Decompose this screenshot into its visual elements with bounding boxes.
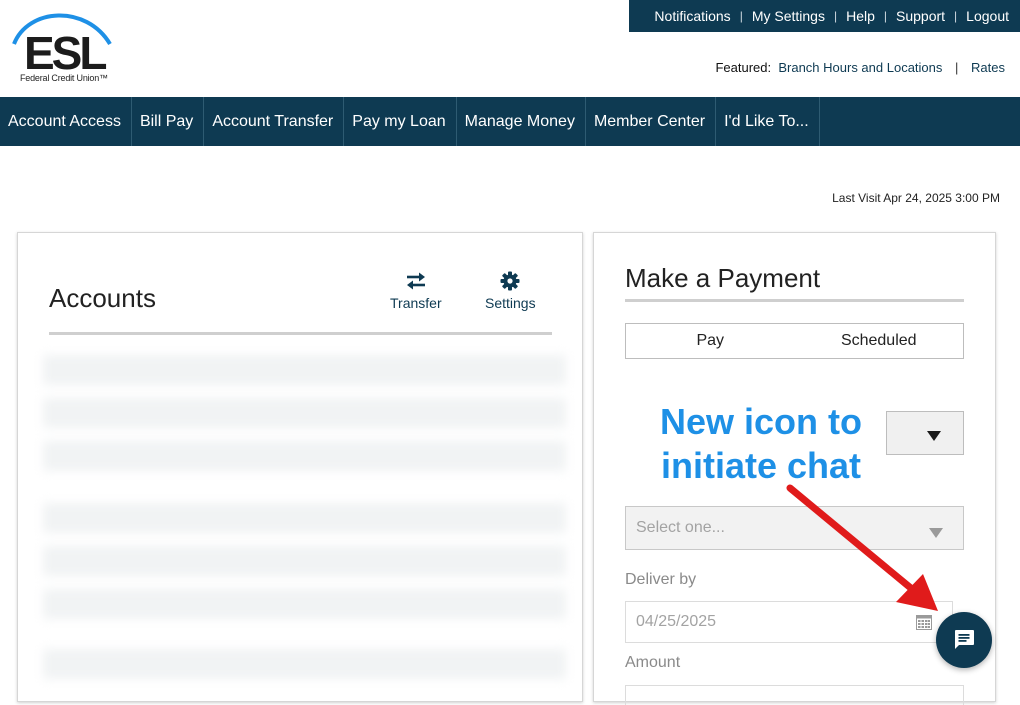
last-visit: Last Visit Apr 24, 2025 3:00 PM bbox=[832, 191, 1000, 205]
transfer-button[interactable]: Transfer bbox=[390, 271, 442, 311]
tab-scheduled[interactable]: Scheduled bbox=[795, 324, 964, 358]
annotation-line-2: initiate chat bbox=[660, 445, 862, 486]
nav-bill-pay[interactable]: Bill Pay bbox=[132, 97, 205, 146]
deliver-by-label: Deliver by bbox=[625, 571, 697, 588]
separator: | bbox=[883, 9, 887, 23]
payee-select-value: Select one... bbox=[636, 519, 725, 536]
nav-manage-money[interactable]: Manage Money bbox=[457, 97, 586, 146]
nav-pay-my-loan[interactable]: Pay my Loan bbox=[344, 97, 457, 146]
payee-select[interactable]: Select one... bbox=[625, 506, 964, 550]
separator: | bbox=[739, 9, 743, 23]
list-item bbox=[43, 398, 566, 428]
nav-account-access[interactable]: Account Access bbox=[0, 97, 132, 146]
deliver-by-value: 04/25/2025 bbox=[636, 613, 717, 630]
branch-hours-link[interactable]: Branch Hours and Locations bbox=[778, 60, 942, 75]
amount-input[interactable] bbox=[625, 685, 964, 705]
nav-id-like-to[interactable]: I'd Like To... bbox=[716, 97, 820, 146]
account-select[interactable] bbox=[886, 411, 964, 455]
accounts-divider bbox=[49, 332, 552, 335]
accounts-card: Accounts Transfer Settings bbox=[17, 232, 583, 702]
my-settings-link[interactable]: My Settings bbox=[746, 8, 831, 24]
main-nav: Account Access Bill Pay Account Transfer… bbox=[0, 97, 1020, 146]
logo-subtitle: Federal Credit Union™ bbox=[20, 73, 108, 83]
accounts-list-blurred bbox=[43, 343, 566, 679]
list-item bbox=[43, 546, 566, 576]
logout-link[interactable]: Logout bbox=[960, 8, 1015, 24]
settings-label: Settings bbox=[485, 295, 536, 311]
list-item bbox=[43, 355, 566, 385]
amount-label: Amount bbox=[625, 654, 681, 671]
payment-divider bbox=[625, 299, 964, 302]
nav-account-transfer[interactable]: Account Transfer bbox=[204, 97, 345, 146]
accounts-title: Accounts bbox=[49, 283, 156, 313]
calendar-icon[interactable] bbox=[916, 614, 932, 635]
utility-nav: Notifications | My Settings | Help | Sup… bbox=[629, 0, 1020, 32]
list-item bbox=[43, 589, 566, 619]
settings-button[interactable]: Settings bbox=[485, 271, 536, 311]
esl-logo[interactable]: ESL Federal Credit Union™ bbox=[10, 10, 114, 90]
annotation-line-1: New icon to bbox=[659, 401, 862, 442]
transfer-label: Transfer bbox=[390, 295, 442, 311]
chat-button[interactable] bbox=[936, 612, 992, 668]
deliver-by-input[interactable]: 04/25/2025 bbox=[625, 601, 953, 643]
rates-link[interactable]: Rates bbox=[971, 60, 1005, 75]
separator: | bbox=[833, 9, 838, 23]
tab-pay[interactable]: Pay bbox=[626, 324, 795, 358]
transfer-arrows-icon bbox=[390, 271, 442, 293]
list-item bbox=[43, 649, 566, 679]
list-item bbox=[43, 503, 566, 533]
gear-icon bbox=[485, 271, 536, 293]
nav-member-center[interactable]: Member Center bbox=[586, 97, 717, 146]
featured-links: Featured: Branch Hours and Locations | R… bbox=[715, 60, 1005, 75]
caret-down-icon bbox=[927, 428, 941, 446]
separator: | bbox=[955, 60, 959, 75]
payment-tabs: Pay Scheduled bbox=[625, 323, 964, 359]
featured-label: Featured: bbox=[715, 60, 772, 75]
chat-bubble-icon bbox=[955, 630, 974, 649]
help-link[interactable]: Help bbox=[840, 8, 881, 24]
notifications-link[interactable]: Notifications bbox=[648, 8, 736, 24]
logo-wordmark: ESL bbox=[24, 27, 107, 79]
caret-down-icon bbox=[929, 525, 943, 543]
list-item bbox=[43, 441, 566, 471]
make-payment-title: Make a Payment bbox=[625, 263, 821, 293]
annotation-callout: New icon to initiate chat bbox=[643, 400, 879, 488]
support-link[interactable]: Support bbox=[890, 8, 951, 24]
separator: | bbox=[954, 9, 958, 23]
